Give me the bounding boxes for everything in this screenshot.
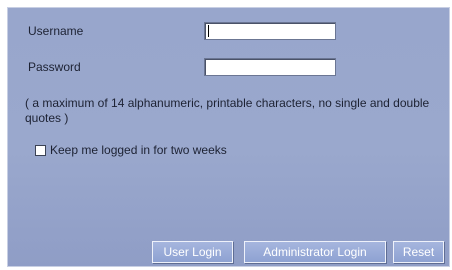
password-hint-text: ( a maximum of 14 alphanumeric, printabl… bbox=[25, 96, 430, 125]
password-label: Password bbox=[28, 60, 81, 74]
username-label: Username bbox=[28, 24, 84, 38]
user-login-button[interactable]: User Login bbox=[152, 241, 233, 263]
password-field[interactable] bbox=[204, 58, 336, 76]
keep-logged-in-option[interactable]: Keep me logged in for two weeks bbox=[35, 143, 227, 157]
login-panel: Username Password ( a maximum of 14 alph… bbox=[7, 7, 450, 267]
administrator-login-button[interactable]: Administrator Login bbox=[244, 241, 386, 263]
username-field[interactable] bbox=[204, 22, 336, 40]
reset-button[interactable]: Reset bbox=[393, 241, 444, 263]
keep-logged-in-label: Keep me logged in for two weeks bbox=[50, 143, 227, 157]
text-caret bbox=[208, 25, 209, 37]
keep-logged-in-checkbox[interactable] bbox=[35, 144, 46, 156]
